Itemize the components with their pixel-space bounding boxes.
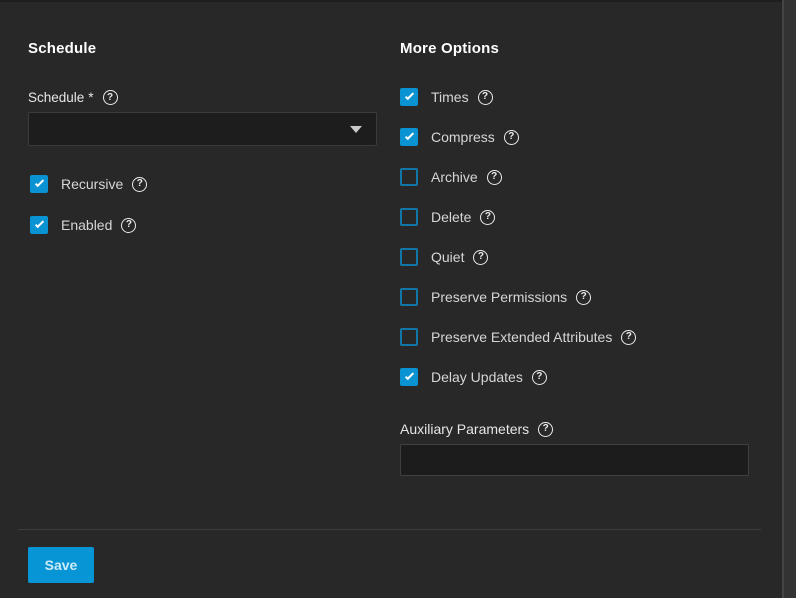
- checkbox-row[interactable]: Compress ?: [400, 128, 636, 146]
- checkmark-icon: [404, 91, 413, 100]
- help-icon[interactable]: ?: [103, 90, 118, 105]
- checkbox[interactable]: [400, 328, 418, 346]
- help-icon[interactable]: ?: [504, 130, 519, 145]
- help-icon[interactable]: ?: [121, 218, 136, 233]
- checkbox-row[interactable]: Archive ?: [400, 168, 636, 186]
- checkbox[interactable]: [400, 288, 418, 306]
- help-icon[interactable]: ?: [473, 250, 488, 265]
- help-icon[interactable]: ?: [532, 370, 547, 385]
- checkbox-row[interactable]: Recursive ?: [30, 175, 147, 193]
- checkbox-row[interactable]: Delete ?: [400, 208, 636, 226]
- checkbox-label: Delete: [431, 209, 471, 225]
- chevron-down-icon: [350, 126, 362, 133]
- checkbox-label: Archive: [431, 169, 478, 185]
- scrollbar-track[interactable]: [782, 0, 796, 598]
- checkbox-row[interactable]: Quiet ?: [400, 248, 636, 266]
- schedule-section-title: Schedule: [28, 40, 96, 57]
- checkbox[interactable]: [400, 368, 418, 386]
- checkbox-row[interactable]: Times ?: [400, 88, 636, 106]
- help-icon[interactable]: ?: [621, 330, 636, 345]
- schedule-select[interactable]: [28, 112, 377, 146]
- schedule-field-label-row: Schedule * ?: [28, 90, 118, 105]
- schedule-checkbox-group: Recursive ? Enabled ?: [30, 175, 147, 257]
- checkmark-icon: [34, 178, 43, 187]
- checkbox-row[interactable]: Preserve Permissions ?: [400, 288, 636, 306]
- help-icon[interactable]: ?: [480, 210, 495, 225]
- checkbox-label: Quiet: [431, 249, 464, 265]
- help-icon[interactable]: ?: [576, 290, 591, 305]
- help-icon[interactable]: ?: [478, 90, 493, 105]
- checkbox[interactable]: [30, 216, 48, 234]
- checkbox-label: Delay Updates: [431, 369, 523, 385]
- panel-top-border: [0, 0, 796, 2]
- checkbox[interactable]: [400, 208, 418, 226]
- checkbox[interactable]: [400, 88, 418, 106]
- checkbox-label: Preserve Extended Attributes: [431, 329, 612, 345]
- checkbox-row[interactable]: Enabled ?: [30, 216, 147, 234]
- required-marker: *: [88, 90, 93, 105]
- checkbox-label: Enabled: [61, 217, 112, 233]
- checkbox[interactable]: [400, 128, 418, 146]
- aux-params-input[interactable]: [400, 444, 749, 476]
- help-icon[interactable]: ?: [487, 170, 502, 185]
- aux-params-label: Auxiliary Parameters: [400, 421, 529, 437]
- schedule-field-label: Schedule: [28, 90, 84, 105]
- more-options-section-title: More Options: [400, 40, 499, 57]
- checkbox-label: Preserve Permissions: [431, 289, 567, 305]
- checkmark-icon: [404, 131, 413, 140]
- footer-divider: [18, 529, 761, 530]
- checkbox-label: Times: [431, 89, 469, 105]
- checkbox-row[interactable]: Delay Updates ?: [400, 368, 636, 386]
- more-options-checkbox-group: Times ? Compress ? Archive ? Delete ? Qu…: [400, 88, 636, 408]
- checkbox-row[interactable]: Preserve Extended Attributes ?: [400, 328, 636, 346]
- checkmark-icon: [404, 371, 413, 380]
- checkbox[interactable]: [400, 168, 418, 186]
- checkbox[interactable]: [400, 248, 418, 266]
- checkbox-label: Recursive: [61, 176, 123, 192]
- checkbox[interactable]: [30, 175, 48, 193]
- help-icon[interactable]: ?: [538, 422, 553, 437]
- checkmark-icon: [34, 219, 43, 228]
- help-icon[interactable]: ?: [132, 177, 147, 192]
- checkbox-label: Compress: [431, 129, 495, 145]
- aux-params-label-row: Auxiliary Parameters ?: [400, 421, 553, 437]
- save-button[interactable]: Save: [28, 547, 94, 583]
